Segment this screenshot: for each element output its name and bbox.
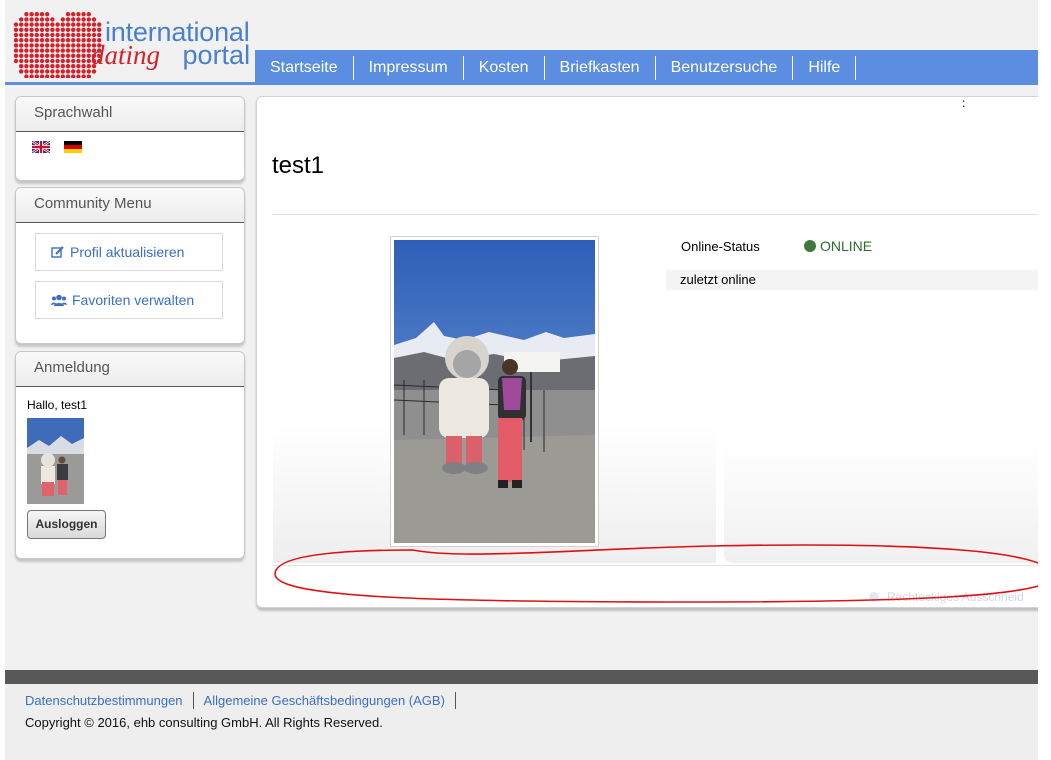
community-panel-title: Community Menu (16, 188, 244, 223)
online-status-value: ONLINE (804, 238, 872, 254)
footer: Datenschutzbestimmungen Allgemeine Gesch… (5, 684, 1038, 760)
german-flag-icon[interactable] (64, 141, 82, 153)
footer-link-terms[interactable]: Allgemeine Geschäftsbedingungen (AGB) (204, 692, 456, 709)
online-status-label: Online-Status (681, 239, 760, 254)
greeting-text: Hallo, test1 (27, 398, 88, 412)
logo-text-dating: dating (91, 40, 161, 70)
community-panel: Community Menu Profil aktualisieren Favo… (15, 187, 245, 344)
profile-title: test1 (272, 152, 325, 179)
user-avatar-thumbnail[interactable] (27, 418, 84, 504)
copyright-text: Copyright © 2016, ehb consulting GmbH. A… (25, 715, 383, 730)
favorites-manage-label: Favoriten verwalten (72, 292, 195, 308)
language-panel-title: Sprachwahl (16, 97, 244, 132)
profile-photo-frame[interactable] (390, 236, 599, 547)
nav-impressum[interactable]: Impressum (354, 55, 464, 80)
nav-briefkasten[interactable]: Briefkasten (545, 55, 656, 80)
login-panel: Anmeldung Hallo, test1 Ausloggen (15, 351, 245, 559)
title-divider (272, 214, 1038, 215)
header-underline (5, 82, 255, 85)
top-colon-text: : (962, 96, 966, 110)
info-column (724, 217, 1038, 563)
footer-links: Datenschutzbestimmungen Allgemeine Gesch… (25, 692, 466, 709)
red-highlight-ellipse (274, 544, 1038, 603)
last-online-label: zuletzt online (666, 270, 1038, 290)
online-dot-icon (804, 240, 816, 252)
profile-panel: : test1 Online-Status ONLINE zuletzt onl… (256, 96, 1038, 608)
nav-hilfe[interactable]: Hilfe (793, 55, 857, 80)
logo-text-line2: dating portal (91, 41, 250, 69)
edit-icon (51, 246, 64, 258)
site-logo[interactable]: international dating portal (13, 6, 253, 80)
right-edge (1038, 0, 1051, 760)
language-panel: Sprachwahl (15, 96, 245, 181)
profile-photo (394, 240, 595, 543)
heart-dots-icon (13, 12, 102, 78)
profile-update-link[interactable]: Profil aktualisieren (35, 233, 223, 271)
login-panel-title: Anmeldung (16, 352, 244, 387)
users-icon (51, 294, 67, 306)
nav-startseite[interactable]: Startseite (255, 55, 354, 80)
footer-separator (5, 670, 1038, 684)
nav-benutzersuche[interactable]: Benutzersuche (656, 55, 794, 80)
favorites-manage-link[interactable]: Favoriten verwalten (35, 281, 223, 319)
logout-button[interactable]: Ausloggen (27, 510, 106, 539)
logo-text-portal: portal (182, 40, 251, 70)
profile-update-label: Profil aktualisieren (70, 244, 185, 260)
main-navigation: Startseite Impressum Kosten Briefkasten … (255, 50, 1038, 85)
footer-link-privacy[interactable]: Datenschutzbestimmungen (25, 692, 194, 709)
online-status-text: ONLINE (820, 238, 873, 254)
uk-flag-icon[interactable] (32, 141, 50, 153)
nav-kosten[interactable]: Kosten (464, 55, 545, 80)
page-frame: international dating portal Startseite I… (5, 0, 1038, 670)
